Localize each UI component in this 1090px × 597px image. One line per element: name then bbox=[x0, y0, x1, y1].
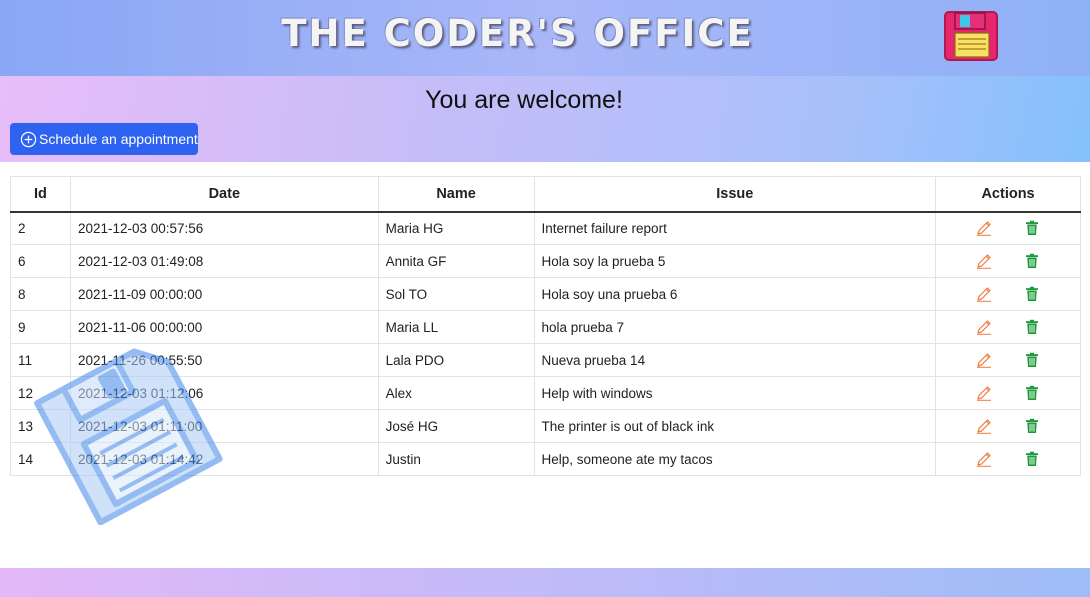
cell-date: 2021-12-03 01:14:42 bbox=[70, 442, 379, 476]
table-row: 11 2021-11-26 00:55:50 Lala PDO Nueva prueb… bbox=[10, 343, 1081, 377]
cell-issue: The printer is out of black ink bbox=[534, 409, 937, 443]
pencil-icon[interactable] bbox=[976, 352, 992, 369]
welcome-heading: You are welcome! bbox=[425, 86, 623, 114]
cell-date: 2021-11-26 00:55:50 bbox=[70, 343, 379, 377]
schedule-appointment-label: Schedule an appointment bbox=[39, 131, 198, 147]
cell-date: 2021-12-03 01:12:06 bbox=[70, 376, 379, 410]
table-row: 13 2021-12-03 01:11:00 José HG The printer … bbox=[10, 409, 1081, 443]
appointments-table-container: Id Date Name Issue Actions 2 2021-12-03 0… bbox=[10, 176, 1081, 476]
table-header-row: Id Date Name Issue Actions bbox=[10, 176, 1081, 213]
pencil-icon[interactable] bbox=[976, 319, 992, 336]
cell-name: Maria LL bbox=[378, 310, 535, 344]
trash-icon[interactable] bbox=[1024, 418, 1040, 434]
cell-name: José HG bbox=[378, 409, 535, 443]
column-header-actions: Actions bbox=[935, 176, 1081, 213]
table-row: 14 2021-12-03 01:14:42 Justin Help, someone… bbox=[10, 442, 1081, 476]
trash-icon[interactable] bbox=[1024, 451, 1040, 467]
trash-icon[interactable] bbox=[1024, 253, 1040, 269]
table-row: 8 2021-11-09 00:00:00 Sol TO Hola soy una p… bbox=[10, 277, 1081, 311]
pencil-icon[interactable] bbox=[976, 385, 992, 402]
pencil-icon[interactable] bbox=[976, 451, 992, 468]
cell-name: Lala PDO bbox=[378, 343, 535, 377]
cell-issue: Help with windows bbox=[534, 376, 937, 410]
cell-id: 14 bbox=[10, 442, 71, 476]
cell-date: 2021-12-03 00:57:56 bbox=[70, 211, 379, 245]
cell-date: 2021-11-09 00:00:00 bbox=[70, 277, 379, 311]
cell-name: Justin bbox=[378, 442, 535, 476]
schedule-appointment-button[interactable]: Schedule an appointment bbox=[10, 123, 198, 155]
cell-actions bbox=[935, 409, 1081, 443]
pencil-icon[interactable] bbox=[976, 220, 992, 237]
cell-actions bbox=[935, 244, 1081, 278]
cell-id: 2 bbox=[10, 211, 71, 245]
floppy-disk-icon bbox=[944, 11, 998, 61]
cell-id: 13 bbox=[10, 409, 71, 443]
table-body: 2 2021-12-03 00:57:56 Maria HG Internet fai… bbox=[10, 211, 1081, 476]
cell-id: 8 bbox=[10, 277, 71, 311]
cell-id: 12 bbox=[10, 376, 71, 410]
cell-actions bbox=[935, 442, 1081, 476]
trash-icon[interactable] bbox=[1024, 220, 1040, 236]
cell-actions bbox=[935, 310, 1081, 344]
cell-issue: Hola soy la prueba 5 bbox=[534, 244, 937, 278]
pencil-icon[interactable] bbox=[976, 286, 992, 303]
column-header-id: Id bbox=[10, 176, 71, 213]
cell-id: 9 bbox=[10, 310, 71, 344]
column-header-issue: Issue bbox=[534, 176, 937, 213]
app-header: THE CODER'S OFFICE bbox=[0, 0, 1090, 76]
table-row: 9 2021-11-06 00:00:00 Maria LL hola prueba … bbox=[10, 310, 1081, 344]
welcome-banner: You are welcome! Schedule an appointment bbox=[0, 76, 1090, 162]
trash-icon[interactable] bbox=[1024, 286, 1040, 302]
table-row: 6 2021-12-03 01:49:08 Annita GF Hola soy la… bbox=[10, 244, 1081, 278]
cell-actions bbox=[935, 376, 1081, 410]
trash-icon[interactable] bbox=[1024, 352, 1040, 368]
cell-name: Maria HG bbox=[378, 211, 535, 245]
cell-date: 2021-12-03 01:11:00 bbox=[70, 409, 379, 443]
pencil-icon[interactable] bbox=[976, 253, 992, 270]
cell-issue: hola prueba 7 bbox=[534, 310, 937, 344]
cell-date: 2021-12-03 01:49:08 bbox=[70, 244, 379, 278]
column-header-date: Date bbox=[70, 176, 379, 213]
cell-issue: Help, someone ate my tacos bbox=[534, 442, 937, 476]
page-footer bbox=[0, 568, 1090, 597]
app-title: THE CODER'S OFFICE bbox=[281, 12, 754, 55]
trash-icon[interactable] bbox=[1024, 319, 1040, 335]
cell-date: 2021-11-06 00:00:00 bbox=[70, 310, 379, 344]
cell-id: 11 bbox=[10, 343, 71, 377]
table-row: 12 2021-12-03 01:12:06 Alex Help with windo… bbox=[10, 376, 1081, 410]
cell-actions bbox=[935, 211, 1081, 245]
column-header-name: Name bbox=[378, 176, 535, 213]
cell-actions bbox=[935, 343, 1081, 377]
cell-name: Sol TO bbox=[378, 277, 535, 311]
appointments-table: Id Date Name Issue Actions 2 2021-12-03 0… bbox=[10, 176, 1081, 476]
table-row: 2 2021-12-03 00:57:56 Maria HG Internet fai… bbox=[10, 211, 1081, 245]
cell-issue: Nueva prueba 14 bbox=[534, 343, 937, 377]
cell-name: Annita GF bbox=[378, 244, 535, 278]
cell-name: Alex bbox=[378, 376, 535, 410]
cell-issue: Internet failure report bbox=[534, 211, 937, 245]
plus-circle-icon bbox=[20, 131, 37, 147]
trash-icon[interactable] bbox=[1024, 385, 1040, 401]
cell-actions bbox=[935, 277, 1081, 311]
cell-id: 6 bbox=[10, 244, 71, 278]
pencil-icon[interactable] bbox=[976, 418, 992, 435]
cell-issue: Hola soy una prueba 6 bbox=[534, 277, 937, 311]
